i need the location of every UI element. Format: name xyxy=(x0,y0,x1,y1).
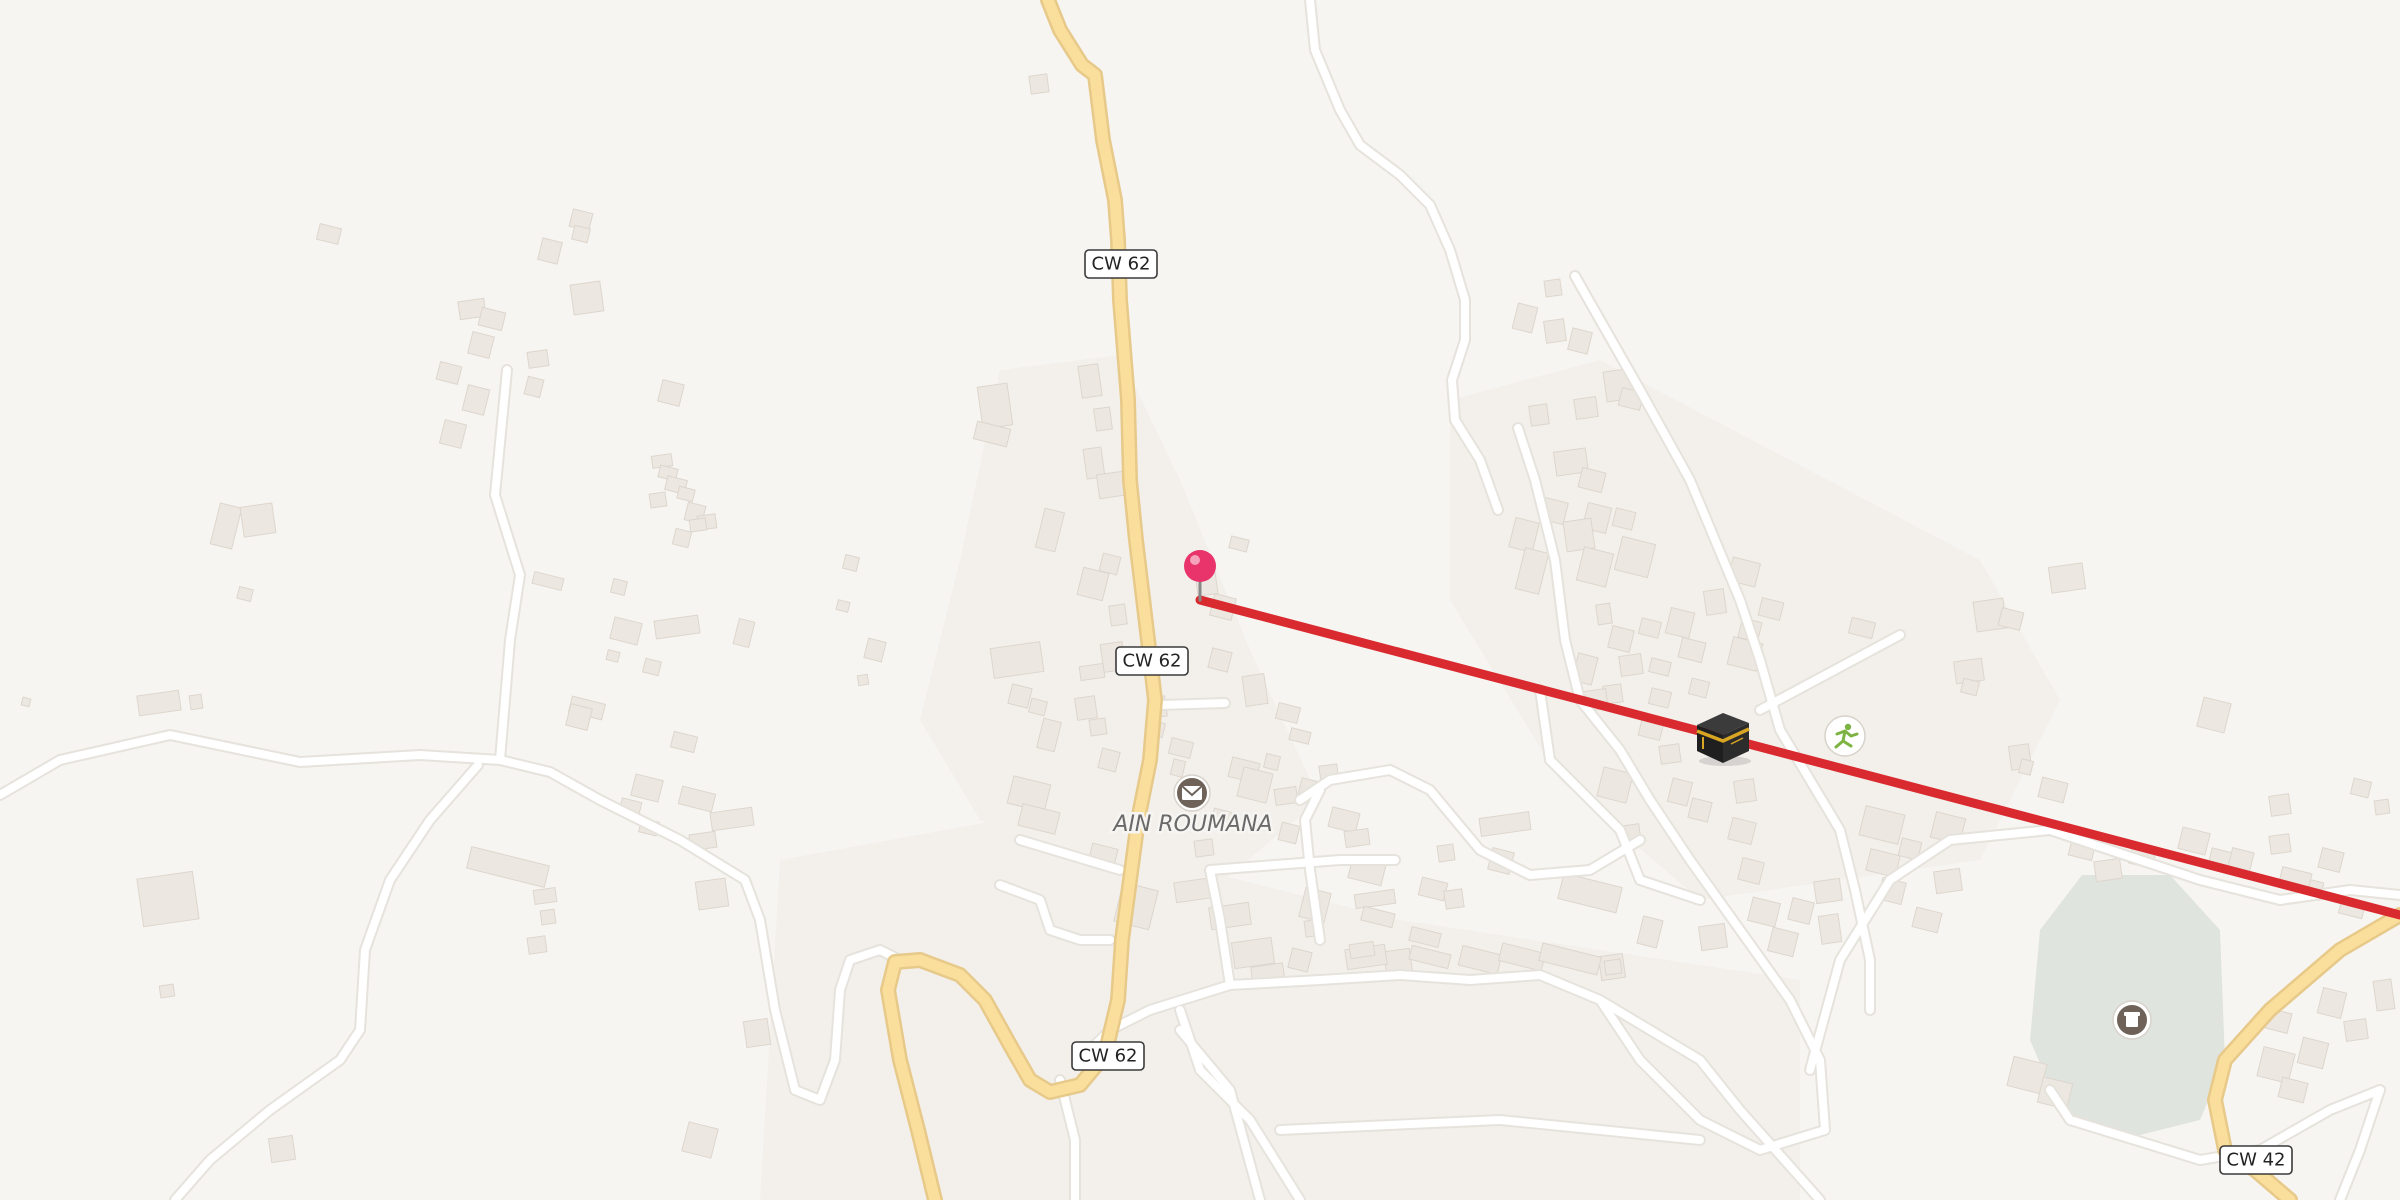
grave-icon[interactable] xyxy=(2112,1000,2152,1040)
road-shield-cw62-mid: CW 62 xyxy=(1115,646,1189,676)
svg-text:CW 62: CW 62 xyxy=(1123,651,1182,672)
svg-text:CW 62: CW 62 xyxy=(1092,254,1151,275)
svg-text:CW 42: CW 42 xyxy=(2227,1150,2286,1171)
map-canvas[interactable]: CW 62 CW 62 CW 62 CW 42 AIN ROUMANA xyxy=(0,0,2400,1200)
envelope-icon[interactable] xyxy=(1173,774,1211,812)
road-shield-cw62-north: CW 62 xyxy=(1084,249,1158,279)
svg-text:CW 62: CW 62 xyxy=(1079,1046,1138,1067)
running-person-icon[interactable] xyxy=(1824,715,1866,757)
place-label-ain-roumana: AIN ROUMANA xyxy=(1111,812,1272,837)
road-shield-cw42: CW 42 xyxy=(2219,1145,2293,1175)
road-shield-cw62-south: CW 62 xyxy=(1071,1041,1145,1071)
